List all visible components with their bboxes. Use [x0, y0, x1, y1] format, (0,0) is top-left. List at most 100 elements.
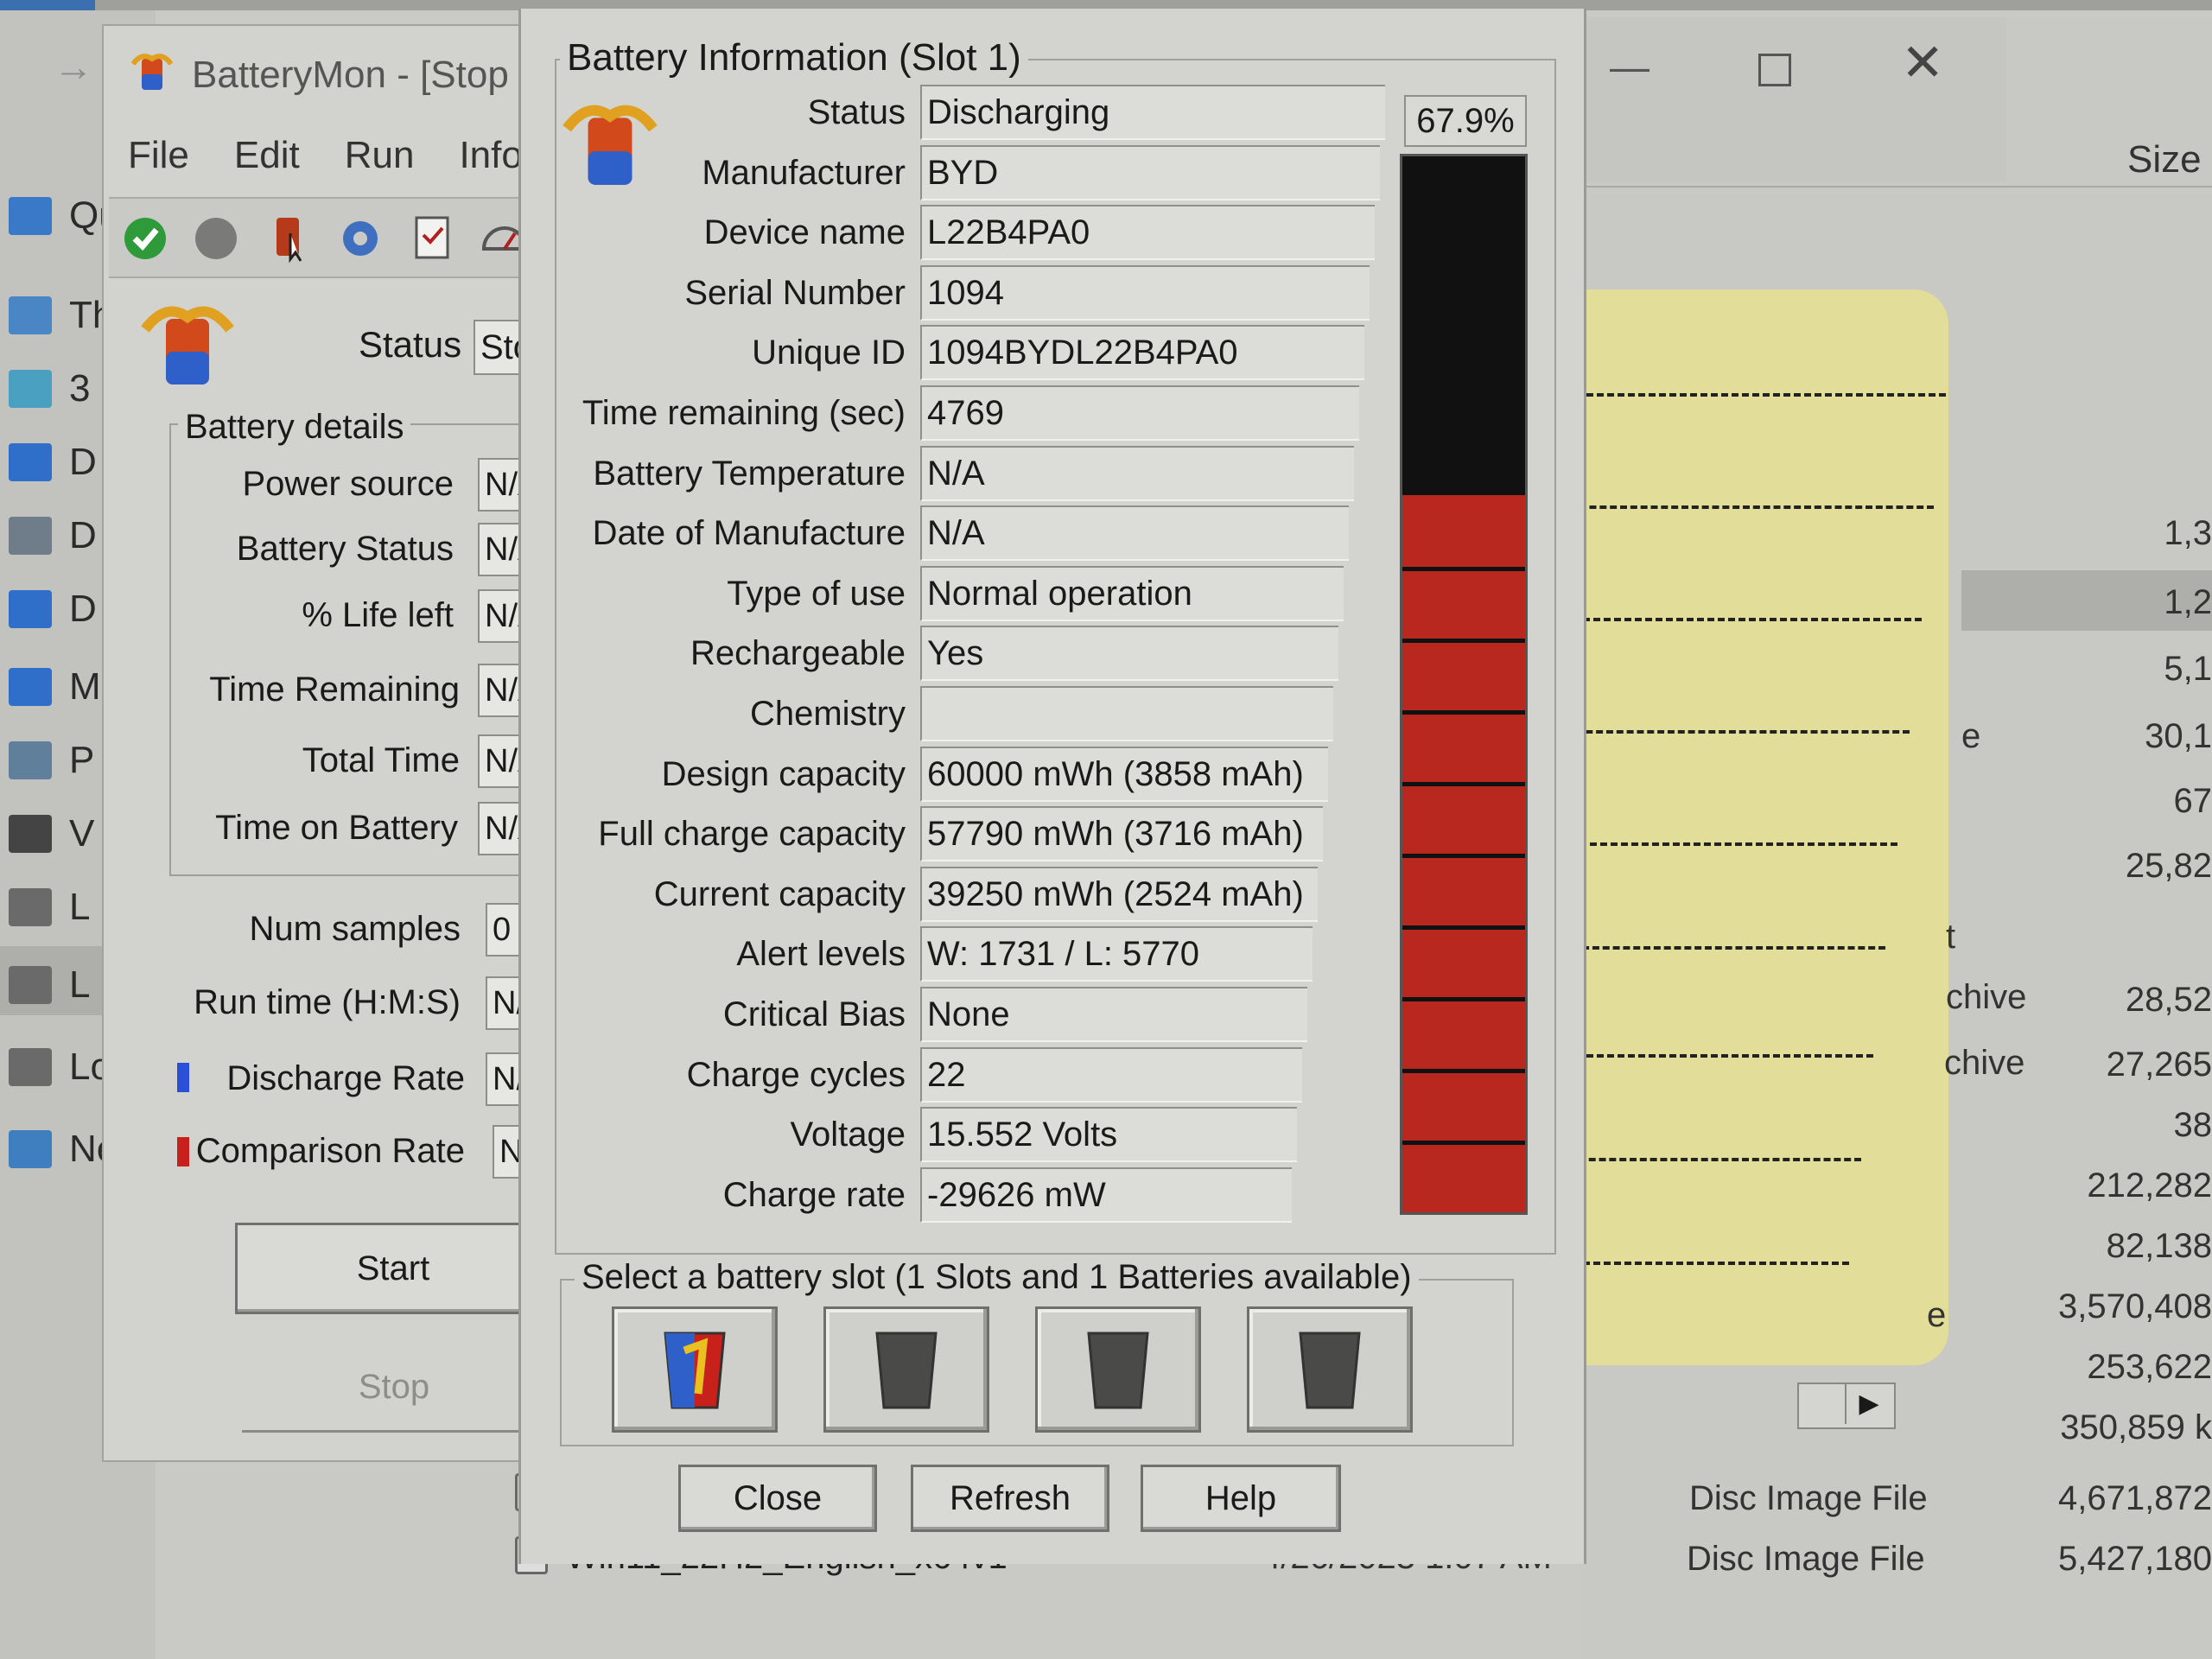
- battery-info-label: Serial Number: [684, 274, 906, 312]
- nav-item-label: M: [69, 665, 101, 708]
- battery-info-label: Rechargeable: [690, 634, 906, 672]
- settings-gear-icon[interactable]: [333, 209, 388, 264]
- column-header-divider: [1581, 186, 2212, 188]
- desktop-icon: [9, 443, 52, 481]
- battery-details-title: Battery details: [178, 408, 411, 447]
- scroll-right-icon[interactable]: ▶: [1845, 1384, 1891, 1424]
- battery-info-label: Date of Manufacture: [592, 514, 906, 552]
- nav-item[interactable]: M: [9, 661, 101, 713]
- file-type-cell: e: [1927, 1296, 1947, 1334]
- music-icon: [9, 668, 52, 706]
- start-button[interactable]: Start: [235, 1223, 551, 1314]
- file-size-cell: 25,82: [2125, 847, 2212, 885]
- help-button[interactable]: Help: [1141, 1465, 1341, 1532]
- file-size-cell: 3,570,408: [2058, 1287, 2212, 1325]
- minimize-icon[interactable]: —: [1610, 43, 1649, 90]
- stat-label: Run time (H:M:S): [194, 983, 461, 1021]
- close-button[interactable]: Close: [678, 1465, 877, 1532]
- battery-slot-4-button[interactable]: [1247, 1306, 1413, 1433]
- window-title: BatteryMon - [Stop: [192, 54, 509, 96]
- charge-level-gauge: [1400, 154, 1528, 1215]
- battery-slot-icon: [562, 97, 658, 194]
- gauge-segment-divider: [1402, 854, 1525, 858]
- stat-label: Discharge Rate: [226, 1059, 465, 1097]
- nav-item[interactable]: Lo: [9, 1041, 111, 1093]
- computer-icon: [9, 296, 52, 334]
- gauge-segment-divider: [1402, 1141, 1525, 1145]
- file-size-cell: 67: [2173, 782, 2212, 820]
- detail-label: % Life left: [302, 596, 454, 634]
- start-check-icon[interactable]: [119, 209, 175, 264]
- nav-item-label: 3: [69, 367, 91, 410]
- nav-item-label: P: [69, 739, 95, 781]
- battery-info-icon[interactable]: [261, 209, 316, 264]
- nav-item[interactable]: L: [9, 881, 90, 933]
- back-arrow-icon[interactable]: →: [54, 43, 93, 90]
- battery-info-label: Full charge capacity: [598, 815, 906, 853]
- menu-run[interactable]: Run: [345, 134, 415, 177]
- videos-icon: [9, 815, 52, 853]
- battery-slot-title: Select a battery slot (1 Slots and 1 Bat…: [575, 1258, 1419, 1297]
- dashed-guide-line: [1566, 393, 1946, 397]
- battery-info-value: None: [920, 987, 1307, 1042]
- checklist-icon[interactable]: [404, 209, 460, 264]
- drive-icon: [9, 966, 52, 1004]
- file-size-cell: 38: [2173, 1106, 2212, 1144]
- file-size-cell: 30,1: [2145, 717, 2212, 755]
- battery-information-title: Battery Information (Slot 1): [560, 36, 1028, 79]
- drive-icon: [9, 888, 52, 926]
- status-label: Status: [359, 324, 462, 365]
- battery-info-label: Device name: [703, 213, 906, 251]
- file-size-cell: 5,1: [2164, 650, 2212, 688]
- network-icon: [9, 1130, 52, 1168]
- stop-circle-icon[interactable]: [188, 209, 244, 264]
- preview-panel: [1534, 289, 1948, 1365]
- menu-file[interactable]: File: [128, 134, 189, 177]
- file-size-cell: 350,859 k: [2060, 1408, 2212, 1446]
- file-type: Disc Image File: [1689, 1479, 1928, 1517]
- file-type-cell: chive: [1946, 978, 2027, 1016]
- battery-info-label: Chemistry: [749, 695, 906, 733]
- battery-info-value: Yes: [920, 626, 1338, 681]
- nav-item[interactable]: D: [9, 436, 97, 488]
- battery-info-value: 22: [920, 1047, 1302, 1103]
- file-size-cell: 1,2: [2164, 583, 2212, 621]
- menu-edit[interactable]: Edit: [234, 134, 300, 177]
- battery-info-label: Status: [807, 93, 906, 131]
- nav-item[interactable]: P: [9, 734, 94, 786]
- nav-item[interactable]: V: [9, 808, 94, 860]
- gauge-segment-divider: [1402, 925, 1525, 930]
- detail-label: Battery Status: [236, 530, 454, 568]
- nav-item[interactable]: D: [9, 510, 97, 562]
- empty-battery-icon: [1299, 1332, 1361, 1409]
- menu-info[interactable]: Info: [459, 134, 522, 177]
- nav-item[interactable]: Th: [9, 289, 113, 341]
- close-icon[interactable]: ✕: [1901, 33, 1944, 93]
- downloads-icon: [9, 590, 52, 628]
- battery-slot-3-button[interactable]: [1035, 1306, 1201, 1433]
- battery-info-label: Type of use: [727, 575, 906, 613]
- stop-button[interactable]: Stop: [242, 1344, 546, 1433]
- battery-info-value: [920, 686, 1333, 741]
- charge-percent-readout: 67.9%: [1404, 95, 1527, 147]
- battery-slot-1-button[interactable]: [612, 1306, 778, 1433]
- battery-info-label: Charge rate: [722, 1176, 906, 1214]
- nav-item[interactable]: L: [9, 959, 90, 1011]
- empty-battery-icon: [1087, 1332, 1149, 1409]
- explorer-accent-strip: [0, 0, 95, 10]
- batterymon-app-icon: [130, 50, 175, 95]
- file-type-cell: t: [1946, 918, 1956, 956]
- nav-item[interactable]: 3: [9, 363, 90, 415]
- battery-info-label: Alert levels: [736, 935, 906, 973]
- battery-info-value: L22B4PA0: [920, 205, 1375, 260]
- nav-item[interactable]: D: [9, 583, 97, 635]
- menu-bar: File Edit Run Info: [128, 134, 523, 177]
- battery-slot-2-button[interactable]: [823, 1306, 989, 1433]
- pictures-icon: [9, 741, 52, 779]
- comparison-rate-swatch: [177, 1137, 189, 1166]
- maximize-icon[interactable]: [1758, 54, 1791, 86]
- size-column-header[interactable]: Size: [2127, 138, 2202, 181]
- battery-info-value: N/A: [920, 446, 1354, 501]
- battery-info-value: 4769: [920, 385, 1359, 441]
- refresh-button[interactable]: Refresh: [911, 1465, 1109, 1532]
